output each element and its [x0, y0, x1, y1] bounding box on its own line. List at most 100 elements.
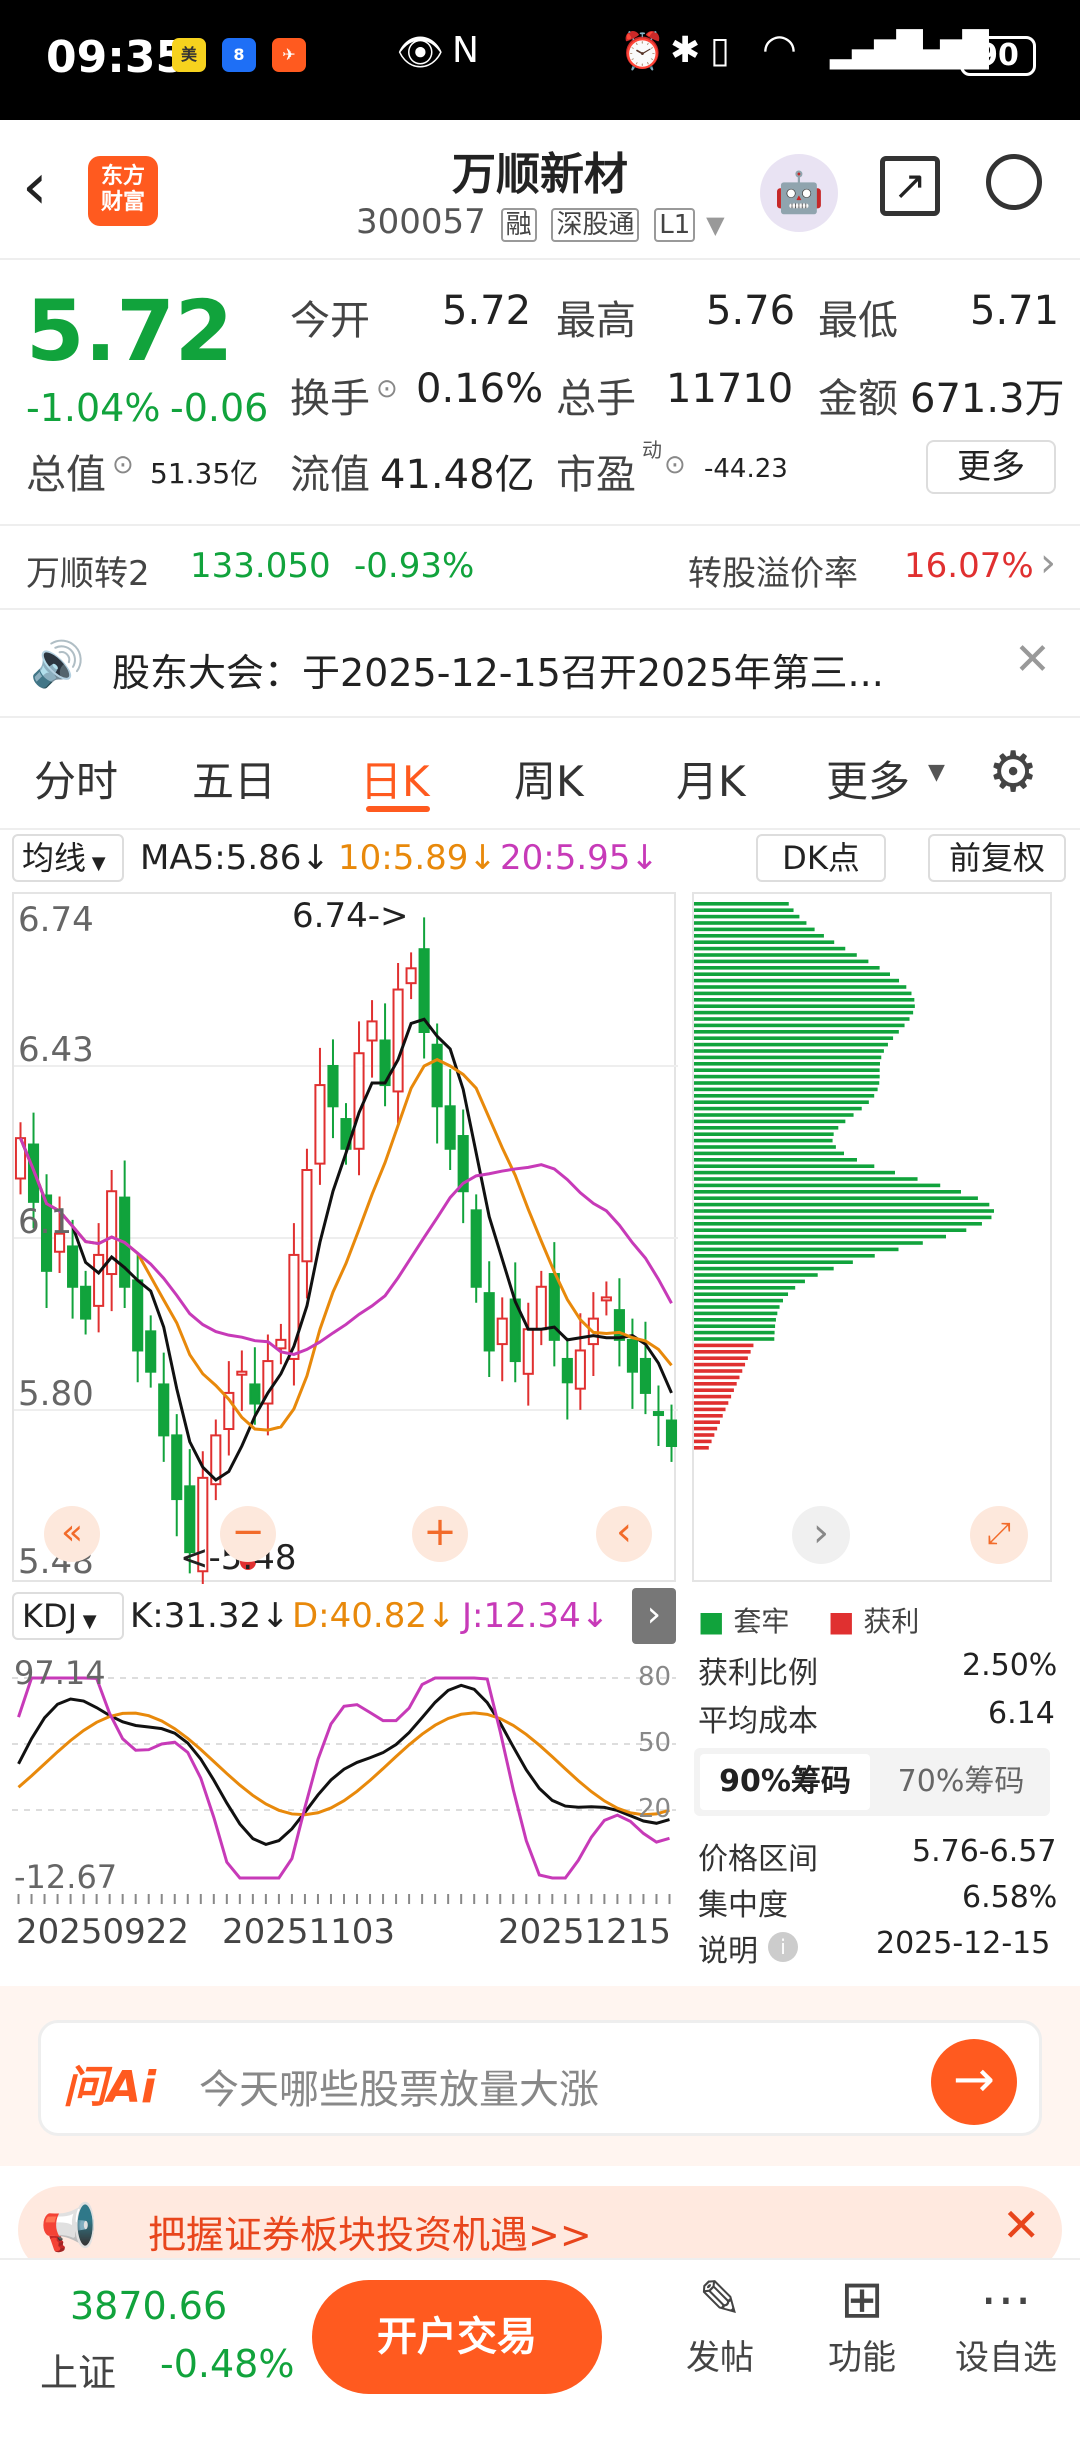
candle-body — [431, 1043, 443, 1108]
y-tick-4: 5.80 — [18, 1374, 94, 1414]
chip-bar — [694, 1164, 875, 1168]
chip-bar — [694, 1126, 839, 1130]
chip-bar — [694, 940, 835, 944]
settings-gear-icon[interactable]: ⚙ — [988, 740, 1038, 805]
chip-bar — [694, 1337, 775, 1341]
chip-bar — [694, 1234, 947, 1239]
alarm-icon: ⏰ — [620, 31, 665, 72]
chip-bar — [694, 1369, 743, 1373]
post-button[interactable]: ✎ 发帖 — [680, 2270, 760, 2379]
y-tick-3: 6.1 — [18, 1202, 73, 1242]
tab-70-chips[interactable]: 70%筹码 — [878, 1754, 1044, 1810]
zoom-out-icon[interactable]: − — [220, 1506, 276, 1562]
chip-bar — [694, 1446, 709, 1450]
legend-hold: ■ 套牢 — [698, 1605, 790, 1638]
more-button[interactable]: 更多 — [926, 440, 1056, 494]
candle-body — [93, 1253, 105, 1307]
candle-body — [327, 1064, 339, 1108]
search-icon[interactable] — [986, 154, 1042, 210]
stock-header: ‹ 东方 财富 万顺新材 300057 融 深股通 L1 ▼ 🤖 ↗ — [0, 120, 1080, 260]
stock-code-row[interactable]: 300057 融 深股通 L1 ▼ — [356, 202, 725, 242]
info-icon[interactable]: ⊙ — [376, 374, 398, 404]
add-watchlist-button[interactable]: ⋯ 设自选 — [946, 2270, 1066, 2379]
ai-search-box[interactable]: 问Ai 今天哪些股票放量大涨 → — [38, 2020, 1042, 2136]
chip-bar — [694, 1004, 915, 1008]
legend-profit-text: 获利 — [863, 1605, 920, 1638]
kdj-next-icon[interactable]: › — [632, 1588, 676, 1644]
tab-weekly-k[interactable]: 周K — [514, 748, 584, 809]
adjust-button[interactable]: 前复权 — [928, 834, 1066, 882]
info-icon[interactable]: ⊙ — [664, 450, 686, 480]
tab-daily-k[interactable]: 日K — [360, 748, 430, 809]
chip-bar — [694, 914, 800, 919]
tab-five-day[interactable]: 五日 — [192, 748, 276, 809]
open-label: 今开 — [290, 298, 370, 344]
kline-chart[interactable]: 6.74 6.43 6.1 5.80 5.48 6.74-> <-5.48 « … — [12, 892, 678, 1584]
convertible-bond-row[interactable]: 万顺转2 133.050 -0.93% 转股溢价率 16.07% › — [0, 524, 1080, 610]
index-change: -0.48% — [160, 2342, 295, 2386]
notice-text: 股东大会：于2025-12-15召开2025年第三... — [112, 651, 884, 695]
kdj-chart[interactable]: 97.14 -12.67 80 50 20 — [12, 1648, 676, 1904]
dk-point-button[interactable]: DK点 — [756, 834, 886, 882]
ma-selector[interactable]: 均线 ▼ — [12, 834, 124, 882]
chip-bar — [694, 1401, 729, 1405]
close-icon[interactable]: ✕ — [1002, 2198, 1041, 2252]
notice-bar[interactable]: 🔊 股东大会：于2025-12-15召开2025年第三... ✕ — [0, 612, 1080, 718]
candle-body — [275, 1338, 287, 1350]
kdj-d: D:40.82↓ — [292, 1596, 456, 1636]
premium-value: 16.07% — [904, 546, 1034, 586]
chip-distribution[interactable]: › ⤢ — [692, 892, 1052, 1582]
info-icon[interactable]: i — [768, 1932, 798, 1962]
kdj-level-80: 80 — [638, 1662, 672, 1692]
bond-name: 万顺转2 — [26, 554, 150, 594]
chip-bar — [694, 934, 824, 938]
step-back-icon[interactable]: ‹ — [596, 1506, 652, 1562]
chip-bar — [694, 1388, 734, 1392]
arrow-right-icon[interactable]: → — [931, 2039, 1017, 2125]
expand-icon[interactable]: ⤢ — [970, 1506, 1028, 1564]
chip-bar — [694, 1292, 789, 1296]
pe-label: 市盈 — [556, 452, 636, 498]
close-icon[interactable]: ✕ — [1014, 634, 1051, 685]
chip-bar — [694, 1375, 740, 1380]
tab-90-chips[interactable]: 90%筹码 — [700, 1754, 870, 1810]
robot-avatar-icon[interactable]: 🤖 — [760, 154, 838, 232]
tag-level: L1 — [654, 208, 696, 242]
share-icon[interactable]: ↗ — [880, 156, 940, 216]
chip-bar — [694, 991, 912, 996]
info-icon[interactable]: ⊙ — [112, 450, 134, 480]
candle-body — [665, 1419, 678, 1447]
zoom-in-icon[interactable]: + — [412, 1506, 468, 1562]
candle-body — [158, 1383, 170, 1437]
chip-bar — [694, 966, 880, 970]
ma-selector-label: 均线 — [22, 839, 87, 877]
open-account-button[interactable]: 开户交易 — [312, 2280, 602, 2394]
index-value[interactable]: 3870.66 — [70, 2284, 227, 2328]
wifi-icon: ◠ — [762, 26, 797, 72]
candle-body — [522, 1328, 534, 1375]
megaphone-icon: 📢 — [40, 2200, 98, 2254]
ma10-text: 10:5.89 — [338, 838, 469, 878]
tab-more[interactable]: 更多 — [826, 748, 910, 809]
tab-monthly-k[interactable]: 月K — [676, 748, 746, 809]
chip-bar — [694, 1183, 941, 1188]
chip-bar — [694, 1030, 899, 1034]
function-button[interactable]: ⊞ 功能 — [822, 2270, 902, 2379]
chevron-right-icon[interactable]: › — [792, 1506, 850, 1564]
scroll-left-icon[interactable]: « — [44, 1506, 100, 1562]
amount-label: 金额 — [818, 376, 898, 422]
ma20-text: 20:5.95 — [500, 838, 631, 878]
amount-value: 671.3万 — [910, 376, 1065, 422]
candle-body — [171, 1434, 183, 1501]
chip-bar — [694, 1254, 875, 1258]
range-label: 价格区间 — [698, 1842, 818, 1877]
kdj-selector[interactable]: KDJ ▼ — [12, 1592, 124, 1640]
chip-bar — [694, 1305, 780, 1309]
tab-intraday[interactable]: 分时 — [34, 748, 118, 809]
profit-ratio-label: 获利比例 — [698, 1656, 818, 1691]
kline-svg — [14, 917, 678, 1584]
ai-section: 问Ai 今天哪些股票放量大涨 → — [0, 1986, 1080, 2166]
kdj-j: J:12.34↓ — [462, 1596, 610, 1636]
volume-label: 总手 — [556, 376, 636, 422]
chip-bar — [694, 1042, 888, 1047]
